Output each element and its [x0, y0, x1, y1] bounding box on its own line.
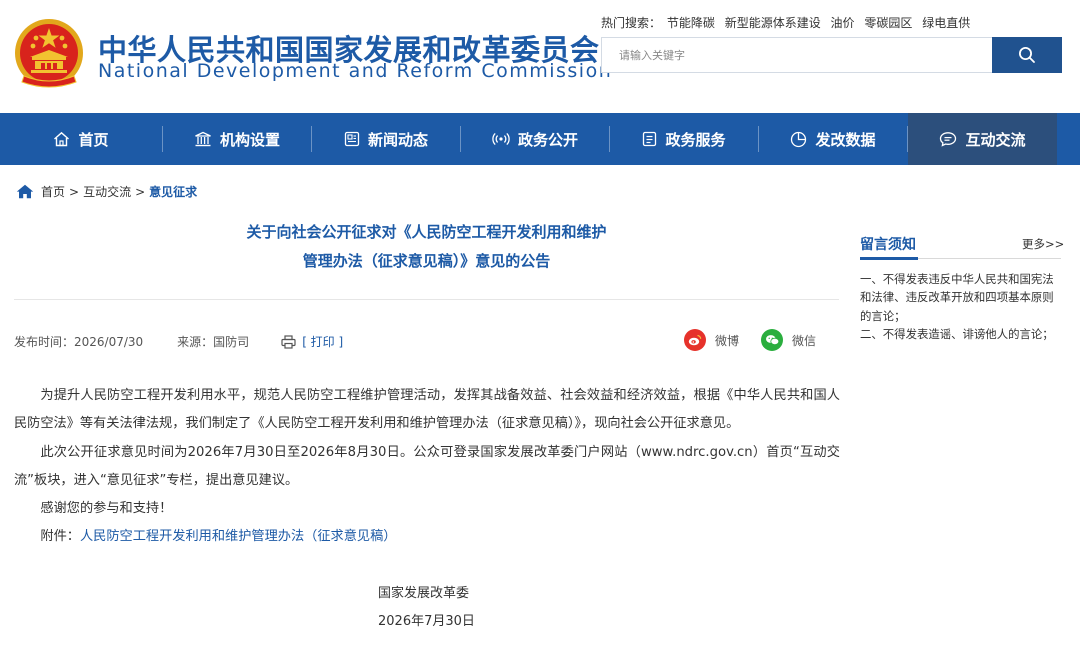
title-divider: [14, 299, 839, 300]
signature-date: 2026年7月30日: [378, 614, 475, 629]
article-title-line-1: 关于向社会公开征求对《人民防空工程开发利用和维护: [246, 223, 607, 241]
nav-label: 机构设置: [219, 130, 280, 149]
hot-search-label: 热门搜索：: [601, 16, 662, 30]
nav-item-news[interactable]: 新闻动态: [312, 113, 460, 165]
notice-rule: 二、不得发表造谣、诽谤他人的言论；: [860, 326, 1054, 341]
weibo-icon: [684, 329, 706, 351]
more-link[interactable]: 更多>>: [1022, 236, 1064, 252]
share-weibo-button[interactable]: 微博: [684, 329, 739, 351]
search-icon: [1019, 47, 1035, 63]
signature-org: 国家发展改革委: [378, 586, 470, 601]
chat-icon: [939, 131, 957, 147]
hot-search-bar: 热门搜索： 节能降碳 新型能源体系建设 油价 零碳园区 绿电直供: [601, 14, 976, 31]
nav-item-data[interactable]: 发改数据: [759, 113, 907, 165]
search-box: [601, 37, 1062, 73]
hot-search-term[interactable]: 零碳园区: [864, 16, 912, 30]
search-input[interactable]: [602, 38, 992, 72]
breadcrumb-separator: >: [135, 184, 146, 199]
news-icon: [344, 131, 360, 147]
nav-label: 首页: [78, 130, 109, 149]
nav-label: 政务公开: [517, 130, 578, 149]
share-weibo-label: 微博: [715, 333, 740, 348]
home-icon[interactable]: [16, 184, 34, 199]
chart-pie-icon: [790, 131, 807, 148]
breadcrumb-separator: >: [69, 184, 80, 199]
nav-item-gov-affairs[interactable]: 政务公开: [461, 113, 609, 165]
wechat-icon: [761, 329, 783, 351]
hot-search-term[interactable]: 节能降碳: [667, 16, 715, 30]
article-paragraph: 此次公开征求意见时间为2026年7月30日至2026年8月30日。公众可登录国家…: [14, 444, 840, 488]
breadcrumb-link[interactable]: 首页: [41, 183, 65, 200]
home-icon: [53, 131, 70, 147]
main-nav: 首页 机构设置 新闻动态 政务公开 政务服务 发改数据 互动交流: [0, 113, 1080, 165]
article-title-line-2: 管理办法（征求意见稿）》意见的公告: [302, 252, 551, 270]
attachment-label: 附件：: [40, 529, 80, 545]
sidebar-title: 留言须知: [860, 237, 916, 253]
breadcrumb: 首页 > 互动交流 > 意见征求: [16, 183, 197, 200]
document-icon: [642, 131, 657, 147]
broadcast-icon: [492, 131, 510, 147]
hot-search-term[interactable]: 油价: [831, 16, 855, 30]
printer-icon: [281, 334, 296, 349]
hot-search-term[interactable]: 新型能源体系建设: [725, 16, 821, 30]
site-name-en[interactable]: National Development and Reform Commissi…: [98, 60, 612, 82]
print-button[interactable]: [ 打印 ]: [281, 333, 343, 350]
institution-icon: [194, 131, 212, 147]
signature-block: 国家发展改革委 2026年7月30日: [378, 580, 475, 636]
search-button[interactable]: [992, 37, 1062, 73]
nav-label: 新闻动态: [367, 130, 428, 149]
print-label: [ 打印 ]: [302, 335, 344, 349]
notice-rule: 一、不得发表违反中华人民共和国宪法和法律、违反改革开放和四项基本原则的言论；: [860, 272, 1054, 323]
sidebar-divider-accent: [860, 257, 918, 260]
publish-time: 发布时间：2026/07/30: [14, 335, 144, 349]
national-emblem-logo[interactable]: [14, 16, 84, 90]
article-meta: 发布时间：2026/07/30 来源：国防司 [ 打印 ]: [14, 333, 343, 350]
nav-item-institution[interactable]: 机构设置: [163, 113, 311, 165]
attachment-link[interactable]: 人民防空工程开发利用和维护管理办法（征求意见稿）: [80, 529, 397, 544]
nav-label: 互动交流: [965, 130, 1026, 149]
share-wechat-label: 微信: [792, 333, 817, 348]
breadcrumb-link[interactable]: 互动交流: [83, 183, 131, 200]
nav-item-home[interactable]: 首页: [0, 113, 162, 165]
article-paragraph: 为提升人民防空工程开发利用水平，规范人民防空工程维护管理活动，发挥其战备效益、社…: [14, 388, 840, 432]
article-paragraph: 感谢您的参与和支持！: [40, 501, 173, 517]
share-wechat-button[interactable]: 微信: [761, 329, 816, 351]
nav-label: 发改数据: [815, 130, 876, 149]
nav-item-interaction[interactable]: 互动交流: [908, 113, 1057, 165]
site-header: 中华人民共和国国家发展和改革委员会 National Development a…: [0, 0, 1080, 113]
sidebar-notice: 一、不得发表违反中华人民共和国宪法和法律、违反改革开放和四项基本原则的言论； 二…: [860, 270, 1056, 343]
article-source: 来源：国防司: [177, 335, 250, 349]
hot-search-term[interactable]: 绿电直供: [922, 16, 970, 30]
attachment-row: 附件：人民防空工程开发利用和维护管理办法（征求意见稿）: [14, 523, 840, 551]
nav-item-services[interactable]: 政务服务: [610, 113, 758, 165]
nav-label: 政务服务: [665, 130, 726, 149]
breadcrumb-current[interactable]: 意见征求: [149, 183, 197, 200]
article-body: 为提升人民防空工程开发利用水平，规范人民防空工程维护管理活动，发挥其战备效益、社…: [14, 382, 840, 552]
